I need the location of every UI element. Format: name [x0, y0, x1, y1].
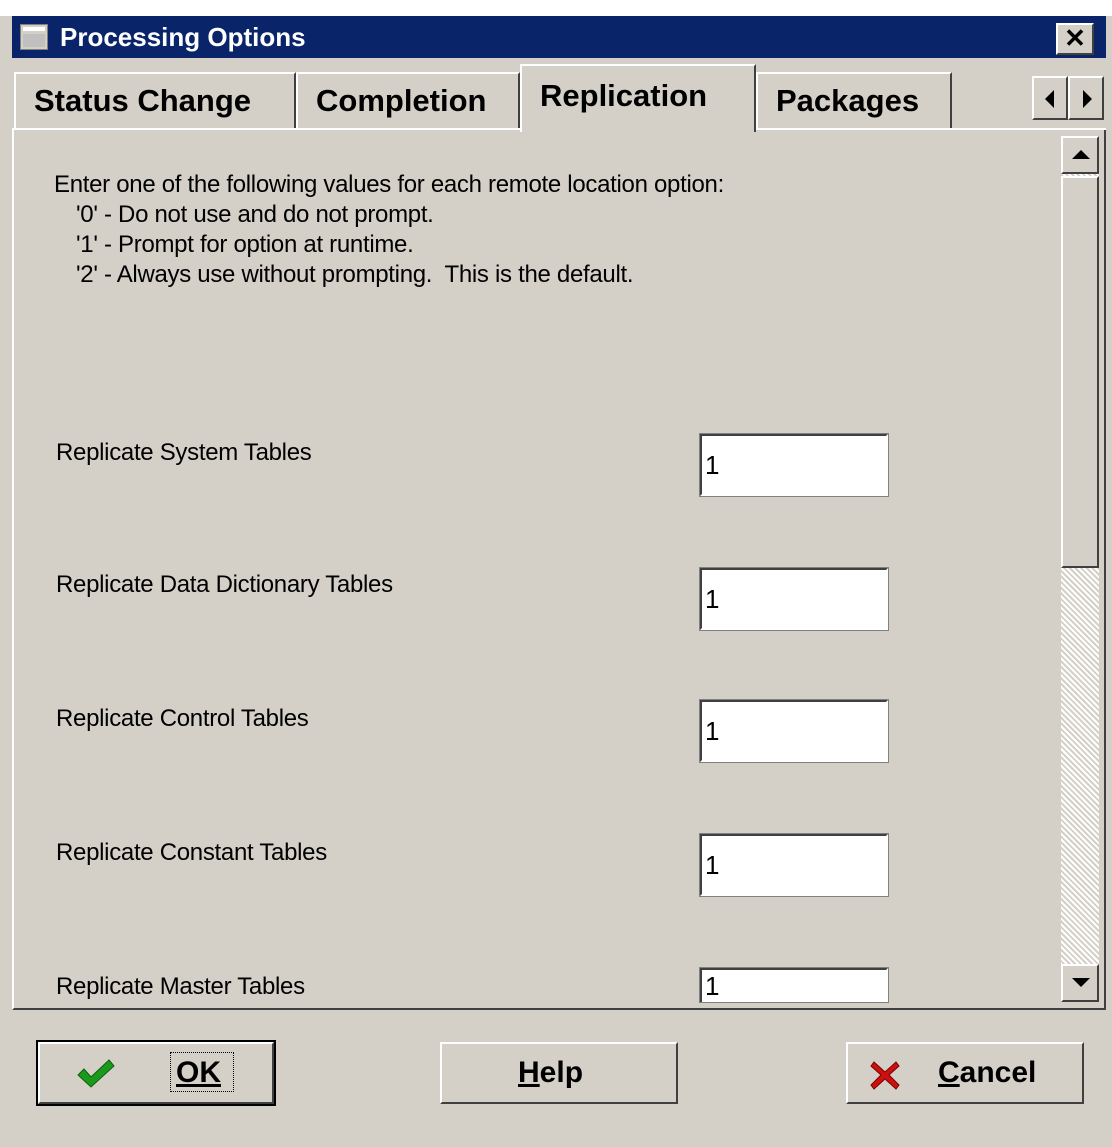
instructions-line-2: '0' - Do not use and do not prompt.	[76, 201, 434, 228]
vertical-scrollbar[interactable]	[1061, 136, 1099, 1002]
arrow-down-icon	[1072, 978, 1090, 987]
replicate-master-tables-input[interactable]	[699, 967, 889, 1003]
tab-packages[interactable]: Packages	[756, 72, 952, 128]
cancel-label-rest: ancel	[959, 1056, 1037, 1089]
replicate-control-tables-input[interactable]	[699, 699, 889, 763]
red-x-icon	[870, 1061, 900, 1090]
help-button-label: Help	[518, 1056, 584, 1089]
tab-status-change[interactable]: Status Change	[14, 72, 296, 128]
help-button[interactable]: Help	[440, 1042, 678, 1104]
replicate-system-tables-label: Replicate System Tables	[56, 439, 312, 466]
replicate-constant-tables-input[interactable]	[699, 833, 889, 897]
title-bar[interactable]: Processing Options	[12, 16, 1106, 58]
tab-label: Replication	[540, 78, 708, 113]
cancel-button-label: Cancel	[938, 1056, 1037, 1089]
close-icon: ✕	[1064, 23, 1086, 53]
tab-label: Packages	[776, 83, 920, 118]
help-label-rest: elp	[539, 1056, 584, 1089]
tab-replication[interactable]: Replication	[520, 64, 756, 132]
window-app-icon	[20, 24, 48, 50]
replicate-system-tables-input[interactable]	[699, 433, 889, 497]
window-top-strip	[0, 0, 1112, 16]
cancel-button[interactable]: Cancel	[846, 1042, 1084, 1104]
window-title: Processing Options	[60, 22, 306, 52]
ok-button[interactable]: OK	[36, 1040, 276, 1106]
tab-label: Completion	[316, 83, 487, 118]
replicate-constant-tables-label: Replicate Constant Tables	[56, 839, 327, 866]
instructions-line-1: Enter one of the following values for ea…	[54, 171, 724, 198]
arrow-right-icon	[1083, 90, 1092, 108]
scroll-down-button[interactable]	[1061, 964, 1099, 1002]
ok-button-label: OK	[176, 1056, 221, 1089]
replicate-data-dictionary-tables-label: Replicate Data Dictionary Tables	[56, 571, 393, 598]
tab-completion[interactable]: Completion	[296, 72, 520, 128]
arrow-left-icon	[1045, 90, 1054, 108]
tab-scroll-right-button[interactable]	[1068, 76, 1104, 120]
replicate-master-tables-label: Replicate Master Tables	[56, 973, 305, 1000]
instructions-line-3: '1' - Prompt for option at runtime.	[76, 231, 414, 258]
scrollbar-thumb[interactable]	[1061, 176, 1099, 568]
replicate-control-tables-label: Replicate Control Tables	[56, 705, 309, 732]
tab-label: Status Change	[34, 83, 252, 118]
instructions-line-4: '2' - Always use without prompting. This…	[76, 261, 634, 288]
checkmark-icon	[77, 1059, 115, 1088]
scroll-up-button[interactable]	[1061, 136, 1099, 174]
processing-options-dialog: Processing Options ✕ Status Change Compl…	[0, 0, 1112, 1147]
replication-tab-panel: Enter one of the following values for ea…	[12, 130, 1106, 1010]
tab-scroll-left-button[interactable]	[1032, 76, 1068, 120]
replicate-data-dictionary-tables-input[interactable]	[699, 567, 889, 631]
arrow-up-icon	[1072, 150, 1090, 159]
close-button[interactable]: ✕	[1056, 23, 1094, 55]
